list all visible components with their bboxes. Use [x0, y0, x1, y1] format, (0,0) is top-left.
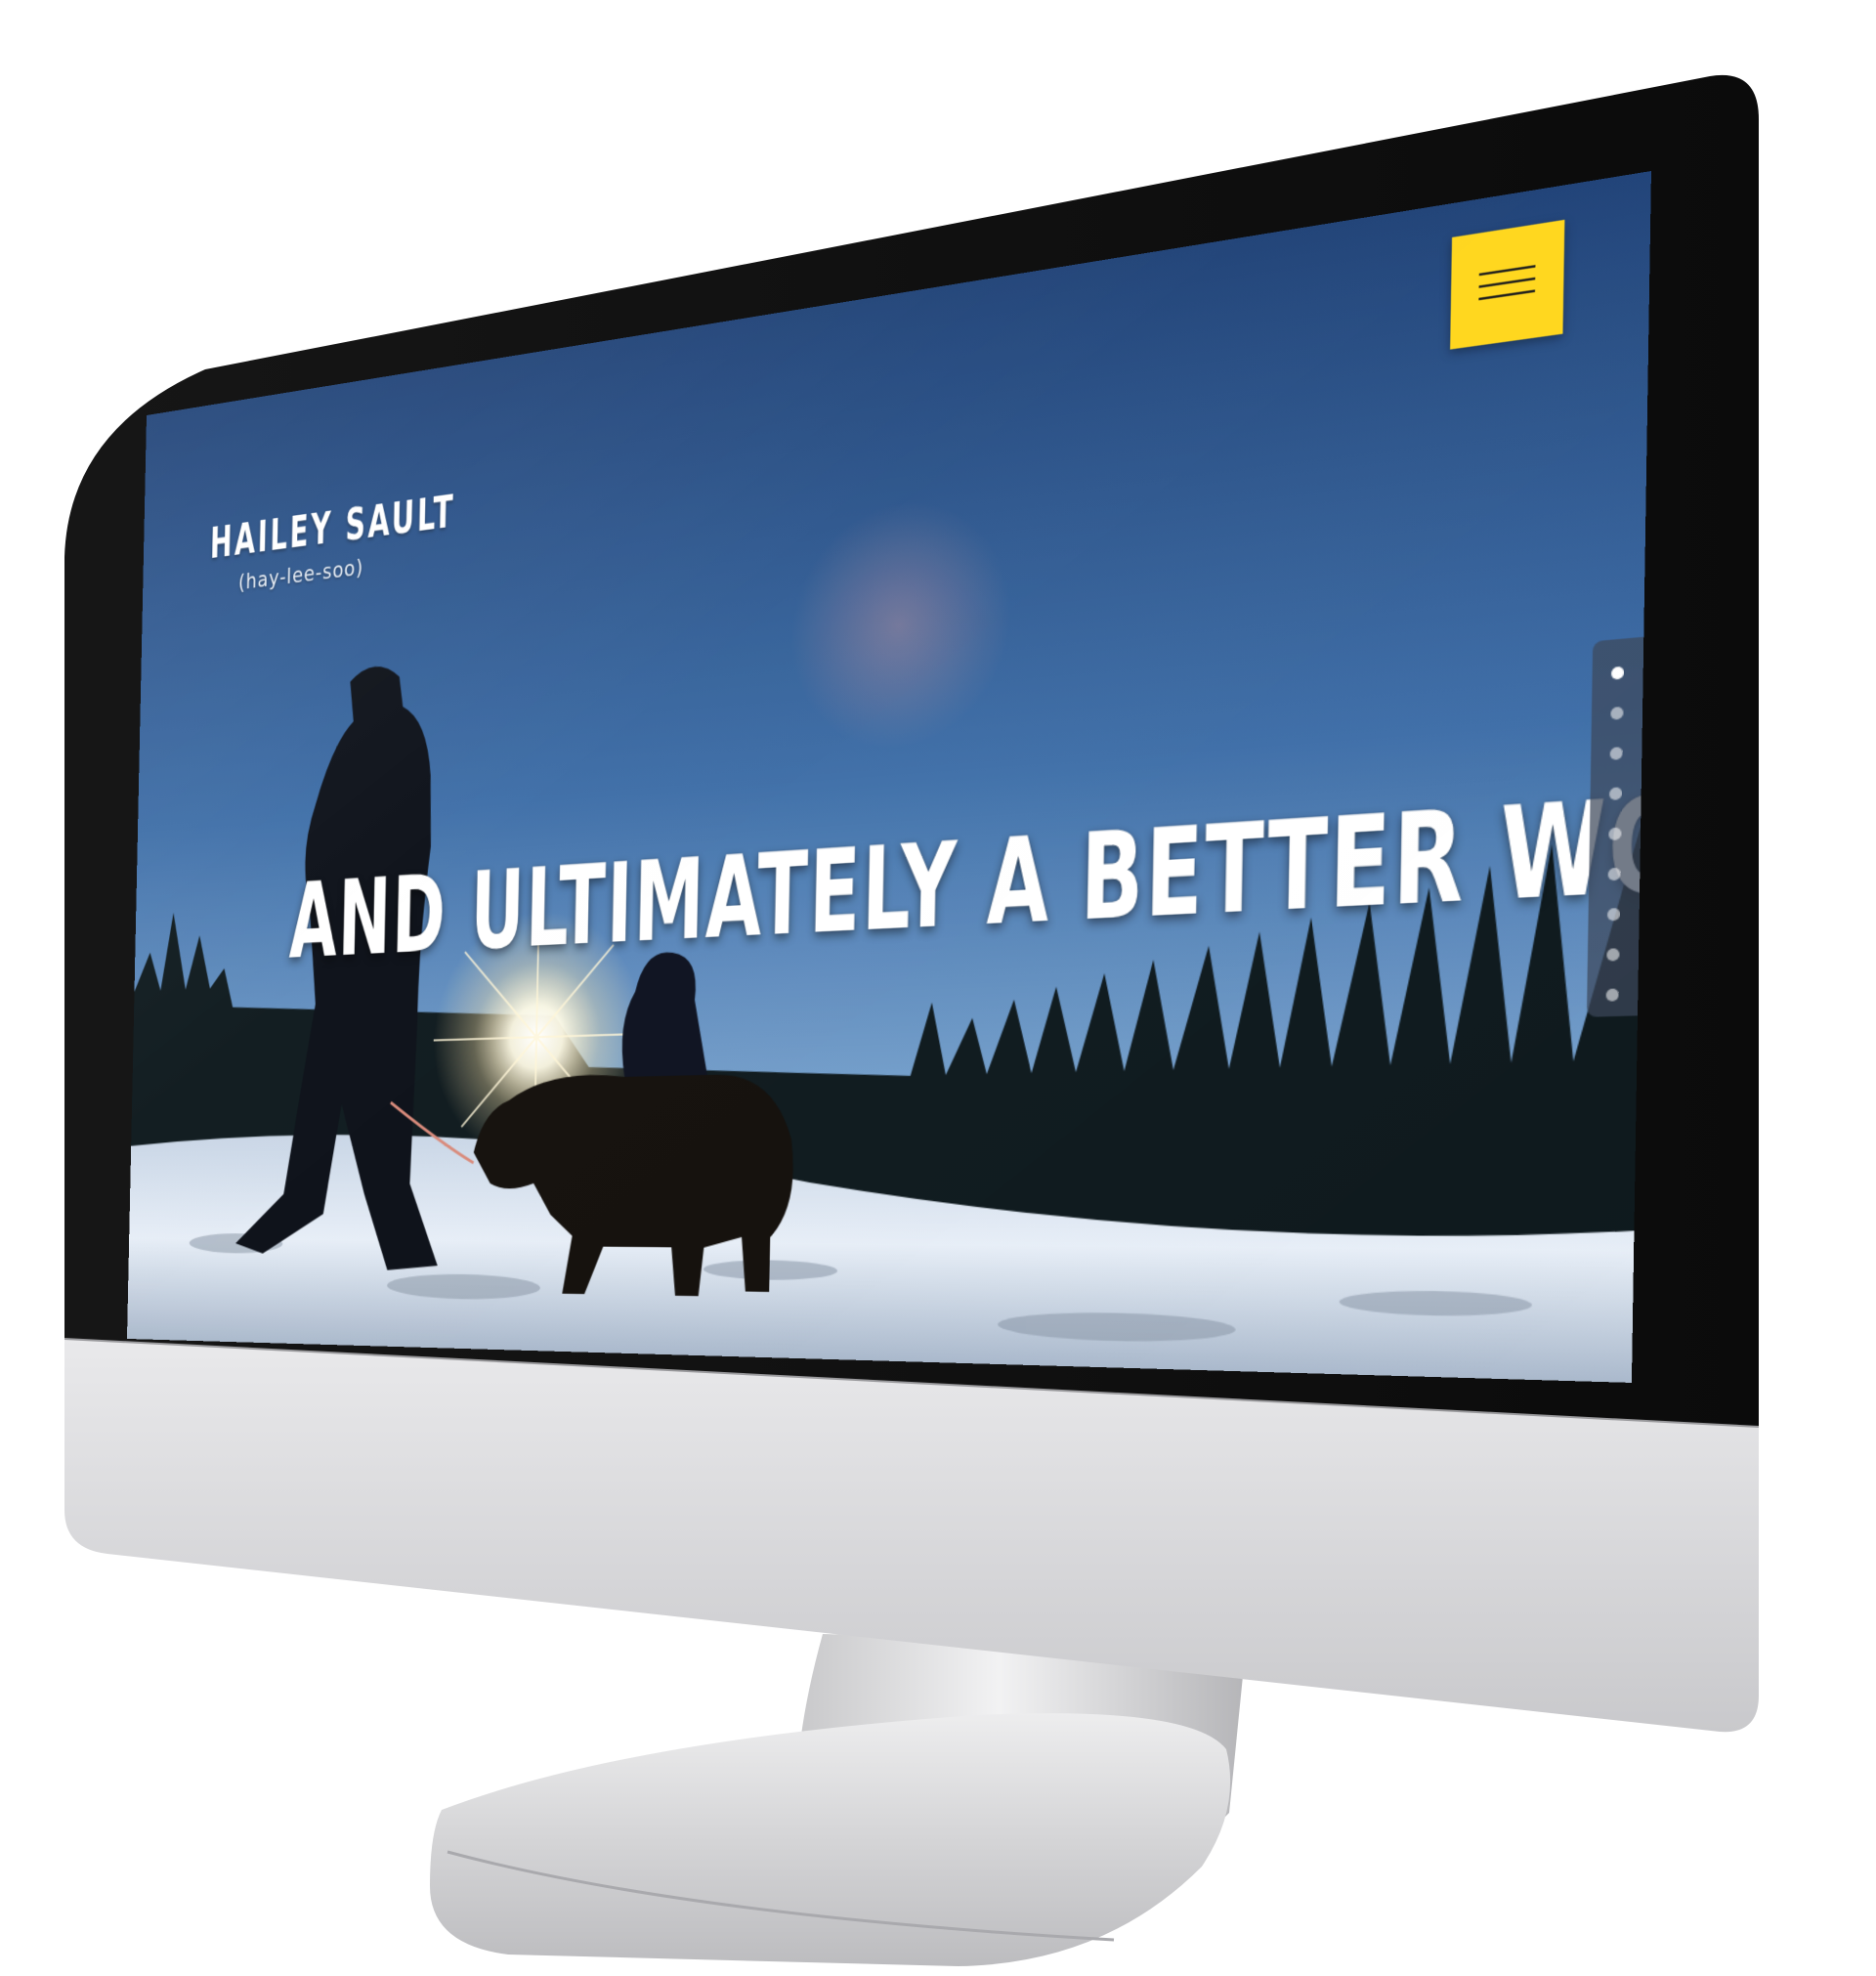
hamburger-menu-icon: [1478, 265, 1536, 303]
section-nav-dot[interactable]: [1608, 787, 1623, 801]
section-nav-dot[interactable]: [1608, 827, 1622, 841]
menu-button[interactable]: [1450, 219, 1565, 350]
section-nav-dot[interactable]: [1607, 867, 1621, 881]
section-nav: [1586, 636, 1644, 1017]
section-nav-dot[interactable]: [1610, 666, 1625, 680]
stand-base: [430, 1713, 1231, 1966]
section-nav-dot[interactable]: [1606, 908, 1621, 922]
section-nav-dot[interactable]: [1610, 706, 1624, 720]
section-nav-dot[interactable]: [1606, 948, 1620, 962]
device-mockup: HAILEY SAULT (hay-lee-soo) AND ULTIMATEL…: [0, 0, 1876, 1976]
section-nav-dot[interactable]: [1609, 747, 1623, 760]
section-nav-dot[interactable]: [1605, 988, 1619, 1002]
